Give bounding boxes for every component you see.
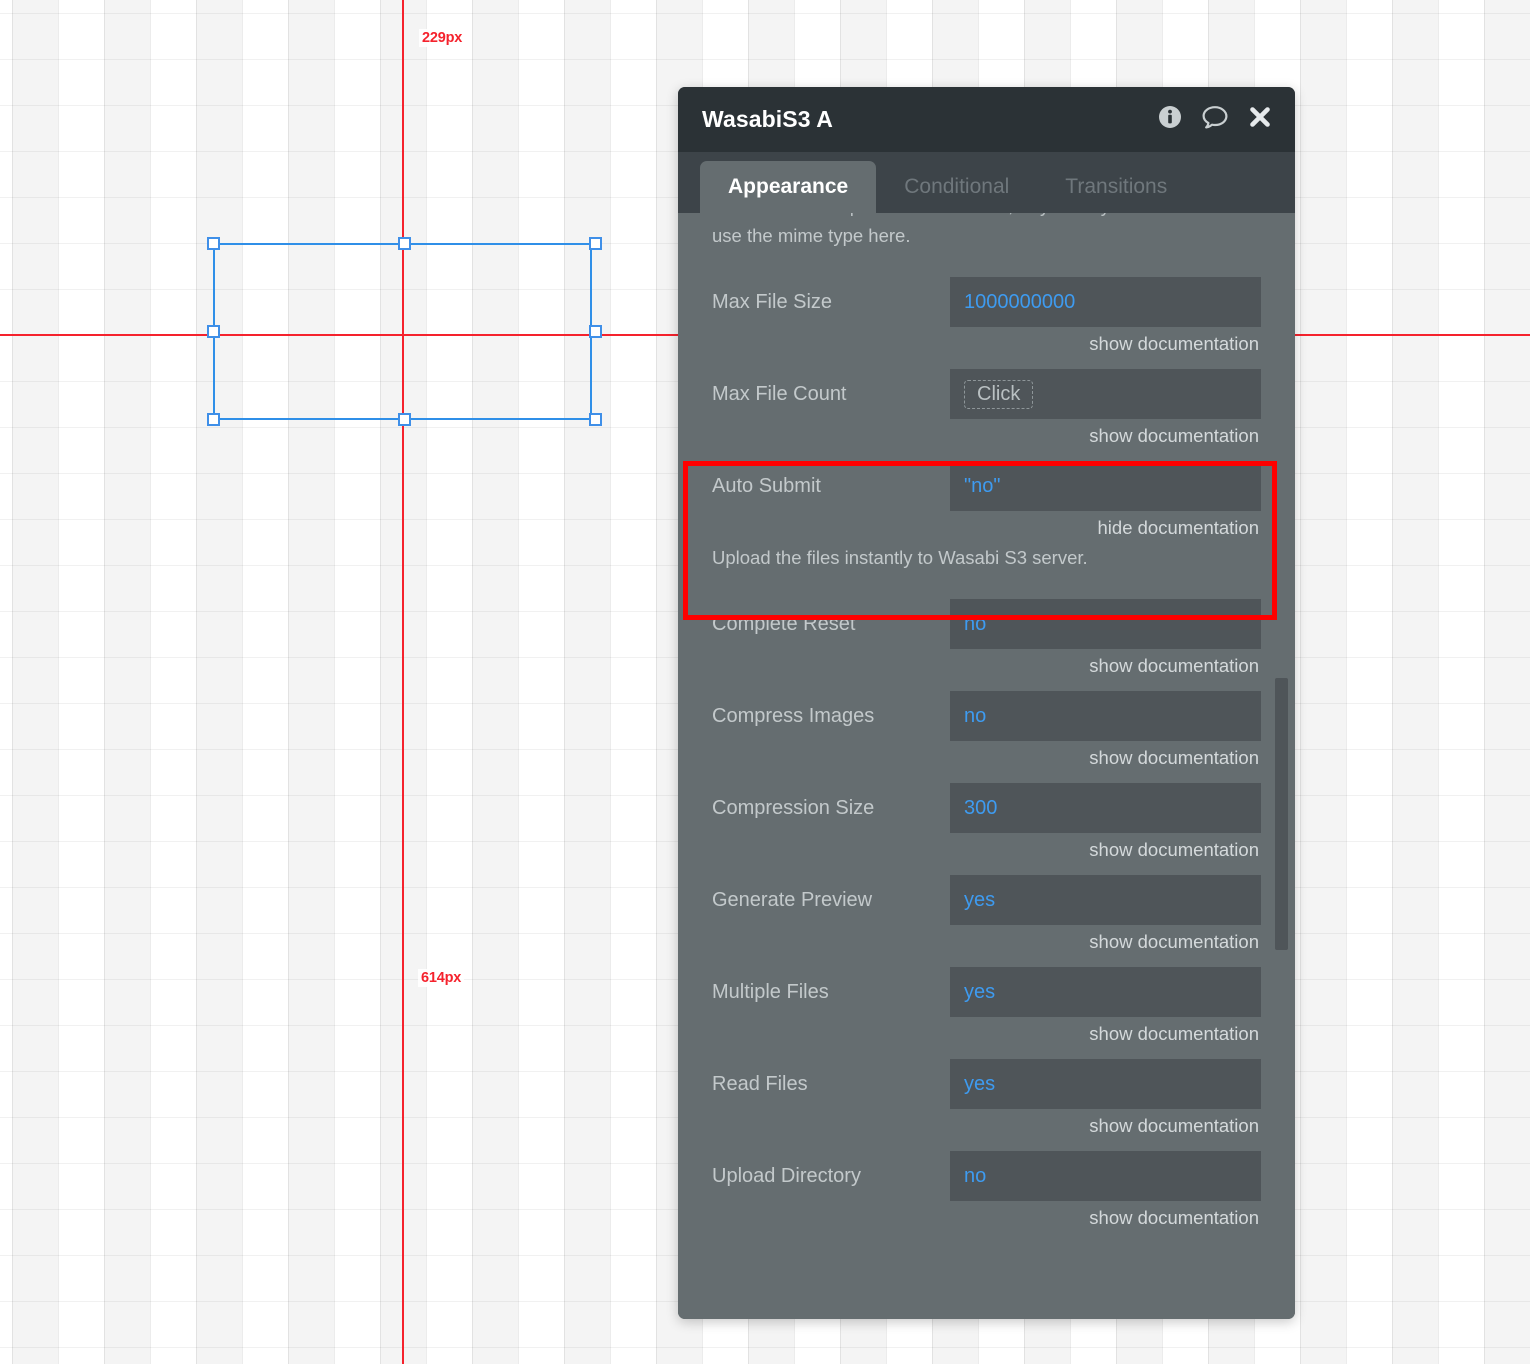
property-row: Generate Preview yes [712,875,1261,925]
vertical-guide-label: 229px [419,29,466,47]
property-value-placeholder: Click [964,379,1034,409]
property-label: Compress Images [712,704,875,727]
property-rows: Max File Size 1000000000 show documentatio… [712,277,1261,1229]
property-label: Read Files [712,1072,808,1095]
property-value-field[interactable]: no [950,691,1261,741]
panel-scrollbar-thumb[interactable] [1275,678,1288,950]
resize-handle-bottom-center[interactable] [398,413,411,426]
property-label: Max File Count [712,382,847,405]
info-icon[interactable] [1157,104,1183,135]
property-value-field[interactable]: "no" [950,461,1261,511]
resize-handle-top-center[interactable] [398,237,411,250]
property-label: Upload Directory [712,1164,861,1187]
resize-handle-bottom-left[interactable] [207,413,220,426]
panel-tabbar: Appearance Conditional Transitions [678,152,1295,213]
tab-transitions[interactable]: Transitions [1037,161,1195,213]
comment-icon[interactable] [1201,104,1229,135]
resize-handle-top-left[interactable] [207,237,220,250]
resize-handle-middle-right[interactable] [589,325,602,338]
property-label: Auto Submit [712,474,821,497]
horizontal-guide-label: 614px [418,969,465,987]
tab-appearance[interactable]: Appearance [700,161,877,213]
property-label: Compression Size [712,796,875,819]
property-row: Compress Images no [712,691,1261,741]
property-value-field[interactable]: no [950,599,1261,649]
property-value-field[interactable]: 300 [950,783,1261,833]
property-label: Generate Preview [712,888,873,911]
panel-title: WasabiS3 A [702,106,833,132]
close-icon[interactable] [1247,104,1273,135]
panel-header-actions [1157,104,1273,135]
documentation-toggle[interactable]: show documentation [712,833,1261,861]
documentation-toggle[interactable]: show documentation [712,649,1261,677]
property-value-field[interactable]: yes [950,1059,1261,1109]
property-value-field[interactable]: no [950,1151,1261,1201]
property-row: Compression Size 300 [712,783,1261,833]
property-value-field[interactable]: 1000000000 [950,277,1261,327]
property-value-field[interactable]: Click [950,369,1261,419]
editor-canvas: 229px 614px WasabiS3 A Appearance Condit… [0,0,1530,1364]
resize-handle-bottom-right[interactable] [589,413,602,426]
property-row: Read Files yes [712,1059,1261,1109]
property-row: Multiple Files yes [712,967,1261,1017]
properties-list: Provide the accepted file extensions, or… [678,213,1295,1255]
properties-panel: WasabiS3 A Appearance Conditional Transi… [678,87,1295,1319]
documentation-toggle[interactable]: show documentation [712,925,1261,953]
documentation-toggle[interactable]: show documentation [712,1201,1261,1229]
property-documentation: Upload the files instantly to Wasabi S3 … [712,547,1088,568]
documentation-toggle[interactable]: hide documentation [712,511,1261,539]
tab-conditional[interactable]: Conditional [876,161,1037,213]
selection-box[interactable] [207,237,602,426]
property-label: Multiple Files [712,980,829,1003]
property-label: Complete Reset [712,612,856,635]
documentation-toggle[interactable]: show documentation [712,1109,1261,1137]
property-row: Auto Submit "no" [712,461,1261,511]
property-label: Max File Size [712,290,833,313]
documentation-toggle[interactable]: show documentation [712,1017,1261,1045]
documentation-toggle[interactable]: show documentation [712,327,1261,355]
top-documentation: use the mime type here. [712,225,911,246]
vertical-guide [402,0,404,1364]
property-row: Upload Directory no [712,1151,1261,1201]
resize-handle-top-right[interactable] [589,237,602,250]
property-value-field[interactable]: yes [950,967,1261,1017]
property-value-field[interactable]: yes [950,875,1261,925]
panel-scrollbar-track[interactable] [1275,213,1291,1319]
resize-handle-middle-left[interactable] [207,325,220,338]
panel-body: Provide the accepted file extensions, or… [678,213,1295,1319]
documentation-toggle[interactable]: show documentation [712,419,1261,447]
property-row: Max File Size 1000000000 [712,277,1261,327]
documentation-toggle[interactable]: show documentation [712,741,1261,769]
property-row: Complete Reset no [712,599,1261,649]
property-row: Max File Count Click [712,369,1261,419]
panel-header: WasabiS3 A [678,87,1295,152]
